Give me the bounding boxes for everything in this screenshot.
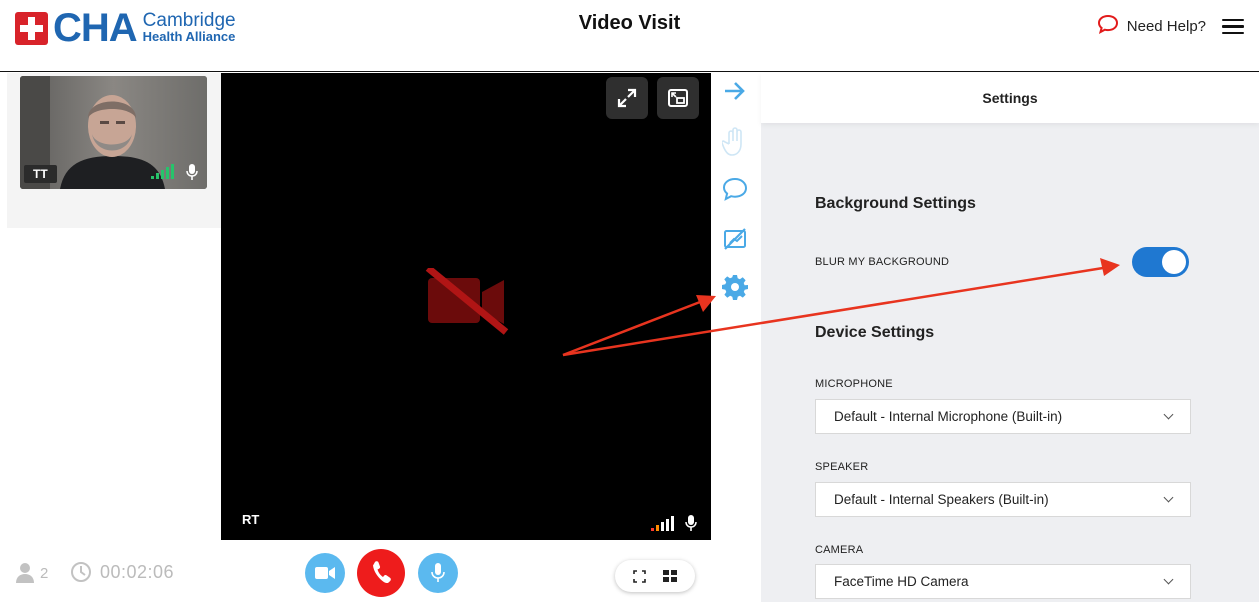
grid-icon[interactable] <box>662 570 677 582</box>
camera-select[interactable]: FaceTime HD Camera <box>815 564 1191 599</box>
device-settings-heading: Device Settings <box>815 324 935 341</box>
need-help-label: Need Help? <box>1126 18 1206 35</box>
background-settings-heading: Background Settings <box>815 195 976 212</box>
signal-icon <box>151 164 179 185</box>
microphone-toggle-button[interactable] <box>418 553 458 593</box>
logo-line-2: Health Alliance <box>142 29 236 44</box>
fullscreen-icon[interactable] <box>633 569 647 583</box>
call-control-bar: 2 00:02:06 <box>0 540 711 602</box>
settings-panel: Settings Background Settings BLUR MY BAC… <box>761 73 1259 602</box>
microphone-select-value: Default - Internal Microphone (Built-in) <box>834 409 1063 424</box>
camera-off-icon <box>424 265 510 341</box>
call-timer: 00:02:06 <box>70 561 174 583</box>
signal-icon <box>651 516 677 537</box>
screen-share-off-icon <box>724 228 746 250</box>
call-timer-value: 00:02:06 <box>100 561 175 582</box>
picture-in-picture-button[interactable] <box>657 77 699 119</box>
top-header: CHA Cambridge Health Alliance Video Visi… <box>0 0 1259 72</box>
speaker-label: SPEAKER <box>815 461 869 473</box>
self-initials-tag: TT <box>24 165 57 183</box>
video-toggle-button[interactable] <box>305 553 345 593</box>
logo-wordmark: Cambridge Health Alliance <box>142 10 236 44</box>
cross-logo-icon <box>15 11 48 45</box>
picture-in-picture-icon <box>668 89 688 107</box>
gear-icon <box>722 275 748 300</box>
camera-label: CAMERA <box>815 544 864 556</box>
microphone-icon <box>431 563 445 582</box>
raise-hand-button[interactable] <box>721 127 749 156</box>
blur-background-toggle[interactable] <box>1132 247 1189 277</box>
settings-panel-header: Settings <box>761 73 1259 123</box>
speaker-select-value: Default - Internal Speakers (Built-in) <box>834 492 1049 507</box>
settings-title: Settings <box>982 90 1038 106</box>
toggle-knob <box>1162 250 1186 274</box>
expand-button[interactable] <box>606 77 648 119</box>
person-icon <box>16 563 34 583</box>
side-toolbar <box>711 73 761 602</box>
logo-abbreviation: CHA <box>53 6 138 50</box>
need-help-link[interactable]: Need Help? <box>1097 14 1244 39</box>
participant-column: TT <box>7 73 221 541</box>
chevron-down-icon <box>1163 409 1174 420</box>
layout-switcher[interactable] <box>615 560 695 592</box>
logo-line-1: Cambridge <box>142 10 236 31</box>
chevron-down-icon <box>1163 574 1174 585</box>
remote-initials: RT <box>242 512 260 527</box>
collapse-panel-button[interactable] <box>721 77 749 105</box>
cha-logo[interactable]: CHA Cambridge Health Alliance <box>15 6 236 50</box>
chevron-down-icon <box>1163 492 1174 503</box>
microphone-select[interactable]: Default - Internal Microphone (Built-in) <box>815 399 1191 434</box>
chat-button[interactable] <box>721 175 749 203</box>
arrow-right-icon <box>725 82 745 100</box>
blur-background-label: BLUR MY BACKGROUND <box>815 256 950 268</box>
expand-icon <box>617 88 637 108</box>
microphone-icon <box>685 515 697 537</box>
menu-icon[interactable] <box>1222 18 1244 35</box>
remote-video-stage[interactable]: RT <box>221 73 711 540</box>
participant-count[interactable]: 2 <box>15 562 48 584</box>
video-camera-icon <box>315 567 335 579</box>
microphone-icon <box>186 164 198 186</box>
raise-hand-icon <box>722 127 742 156</box>
speech-bubble-icon <box>1097 14 1119 39</box>
camera-select-value: FaceTime HD Camera <box>834 574 969 589</box>
self-video-thumbnail[interactable]: TT <box>20 76 207 189</box>
phone-icon <box>373 561 391 584</box>
chat-icon <box>722 177 748 201</box>
speaker-select[interactable]: Default - Internal Speakers (Built-in) <box>815 482 1191 517</box>
end-call-button[interactable] <box>357 549 405 597</box>
clock-icon <box>71 562 91 582</box>
microphone-label: MICROPHONE <box>815 378 893 390</box>
self-view-card: TT <box>7 73 221 228</box>
settings-button[interactable] <box>721 273 749 301</box>
screen-share-button[interactable] <box>721 225 749 253</box>
participant-count-value: 2 <box>40 564 49 582</box>
